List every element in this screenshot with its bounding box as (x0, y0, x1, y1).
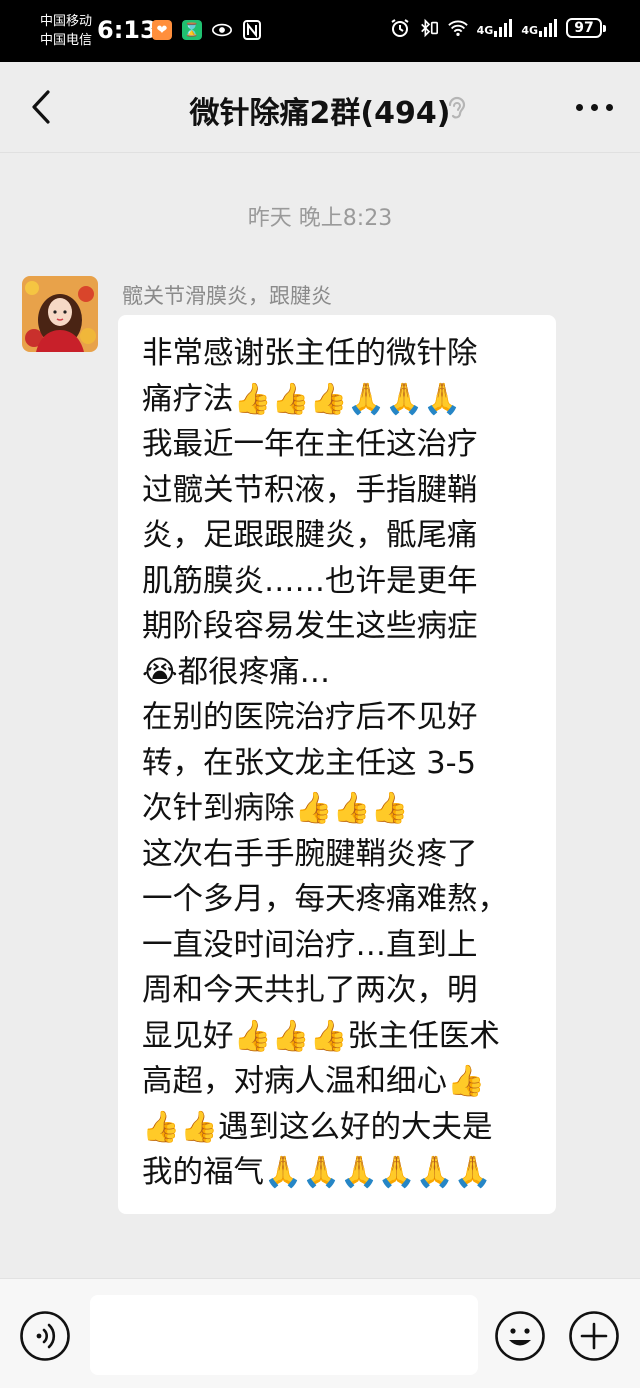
battery-indicator: 97 (566, 18, 606, 38)
mute-ear-icon (444, 94, 468, 122)
message-line: 显见好👍👍👍张主任医术 (142, 1018, 500, 1054)
voice-button[interactable] (19, 1310, 71, 1362)
status-time: 6:13 (97, 16, 157, 44)
carrier-2: 中国电信 (40, 33, 93, 48)
message-line: 我最近一年在主任这治疗 (142, 427, 478, 462)
nfc-icon (242, 20, 262, 40)
message-line: 痛疗法👍👍👍🙏🙏🙏 (142, 381, 462, 417)
signal-bars-2-icon (539, 19, 557, 37)
message-line: 炎，足跟跟腱炎，骶尾痛 (142, 518, 478, 553)
status-bar: 中国移动 中国电信 6:13 ❤ ⌛ 4G 4G 97 (0, 0, 640, 62)
message-bubble[interactable]: 非常感谢张主任的微针除 痛疗法👍👍👍🙏🙏🙏 我最近一年在主任这治疗 过髋关节积液… (118, 315, 556, 1214)
message-line: 高超，对病人温和细心👍 (142, 1064, 485, 1099)
timer-notification-icon: ⌛ (182, 20, 202, 40)
emoji-button[interactable] (494, 1310, 546, 1362)
alarm-icon (390, 18, 410, 38)
status-system-icons: 4G 4G 97 (390, 18, 606, 38)
message-timestamp: 昨天 晚上8:23 (247, 206, 393, 231)
voice-icon (20, 1311, 70, 1361)
message-line: 我的福气🙏🙏🙏🙏🙏🙏 (142, 1155, 492, 1190)
signal-2: 4G (521, 19, 557, 37)
message-line: 肌筋膜炎……也许是更年 (142, 563, 478, 599)
message-line: 在别的医院治疗后不见好 (142, 700, 478, 735)
message-line: 期阶段容易发生这些病症 (142, 609, 478, 644)
bluetooth-vibrate-icon (419, 18, 439, 38)
message-line: 👍👍遇到这么好的大夫是 (142, 1109, 493, 1145)
emoji-icon (495, 1311, 545, 1361)
message-line: 转，在张文龙主任这 3-5 (142, 745, 477, 781)
network-type-2: 4G (521, 24, 538, 37)
weibo-notification-icon: ❤ (152, 20, 172, 40)
more-button[interactable] (570, 84, 618, 130)
signal-1: 4G (477, 19, 513, 37)
message-line: 一直没时间治疗…直到上 (142, 927, 478, 963)
message-line: 周和今天共扎了两次，明 (142, 973, 478, 1008)
message-line: 非常感谢张主任的微针除 (142, 336, 478, 371)
more-functions-button[interactable] (568, 1310, 620, 1362)
eye-icon (212, 20, 232, 40)
network-type-1: 4G (476, 24, 494, 37)
message-line: 这次右手手腕腱鞘炎疼了 (142, 836, 478, 872)
carrier-1: 中国移动 (40, 14, 93, 29)
signal-bars-1-icon (494, 19, 513, 37)
message-line: 次针到病除👍👍👍 (142, 791, 409, 826)
more-dots-icon (575, 103, 583, 111)
sender-avatar[interactable] (22, 276, 98, 352)
message-line: 过髋关节积液，手指腱鞘 (142, 472, 478, 508)
message-line: 一个多月，每天疼痛难熬， (142, 882, 508, 917)
chat-header: 微针除痛2群(494) (0, 62, 640, 153)
input-bar (0, 1278, 640, 1388)
sender-name: 髋关节滑膜炎，跟腱炎 (122, 284, 332, 308)
message-input[interactable] (90, 1295, 478, 1375)
chat-title: 微针除痛2群(494) (189, 96, 451, 131)
message-line: 😭都很疼痛… (142, 654, 331, 690)
wifi-icon (447, 18, 468, 38)
carrier-labels: 中国移动 中国电信 (40, 12, 92, 50)
status-notification-icons: ❤ ⌛ (152, 20, 262, 40)
plus-icon (569, 1311, 619, 1361)
